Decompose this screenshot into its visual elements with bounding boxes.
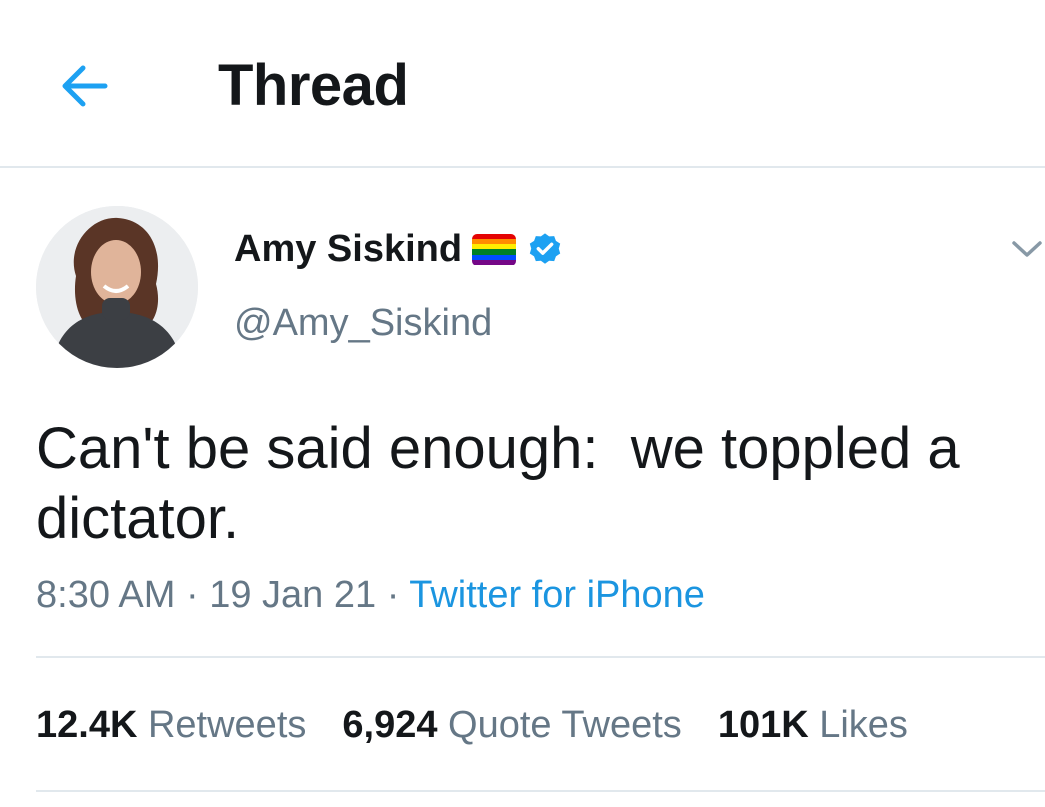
top-bar: Thread <box>0 0 1045 168</box>
arrow-left-icon <box>62 65 108 107</box>
rainbow-flag-icon <box>472 233 517 266</box>
retweets-stat[interactable]: 12.4K Retweets <box>36 704 306 747</box>
verified-badge-icon <box>529 232 561 264</box>
tweet-source-link[interactable]: Twitter for iPhone <box>409 574 705 616</box>
chevron-down-icon <box>1012 241 1042 257</box>
page-title: Thread <box>218 53 409 118</box>
tweet-stats: 12.4K Retweets 6,924 Quote Tweets 101K L… <box>36 704 908 747</box>
meta-separator: · <box>386 574 400 616</box>
retweets-count: 12.4K <box>36 704 138 746</box>
quote-tweets-label: Quote Tweets <box>448 704 682 746</box>
divider <box>36 790 1045 792</box>
likes-label: Likes <box>819 704 908 746</box>
tweet-text: Can't be said enough: we toppled a dicta… <box>36 416 976 551</box>
author-handle[interactable]: @Amy_Siskind <box>234 302 492 345</box>
author-display-name: Amy Siskind <box>234 228 463 270</box>
retweets-label: Retweets <box>147 704 307 746</box>
more-options-button[interactable] <box>1010 234 1044 264</box>
tweet-time: 8:30 AM <box>36 574 176 616</box>
quote-tweets-count: 6,924 <box>342 704 438 746</box>
tweet-meta: 8:30 AM · 19 Jan 21 · Twitter for iPhone <box>36 574 705 617</box>
likes-count: 101K <box>717 704 809 746</box>
meta-separator: · <box>185 574 199 616</box>
tweet-date: 19 Jan 21 <box>209 574 377 616</box>
likes-stat[interactable]: 101K Likes <box>718 704 908 747</box>
avatar[interactable] <box>36 206 198 368</box>
back-button[interactable] <box>56 58 112 114</box>
author-name-row[interactable]: Amy Siskind <box>234 228 564 271</box>
quote-tweets-stat[interactable]: 6,924 Quote Tweets <box>342 704 681 747</box>
divider <box>36 656 1045 658</box>
